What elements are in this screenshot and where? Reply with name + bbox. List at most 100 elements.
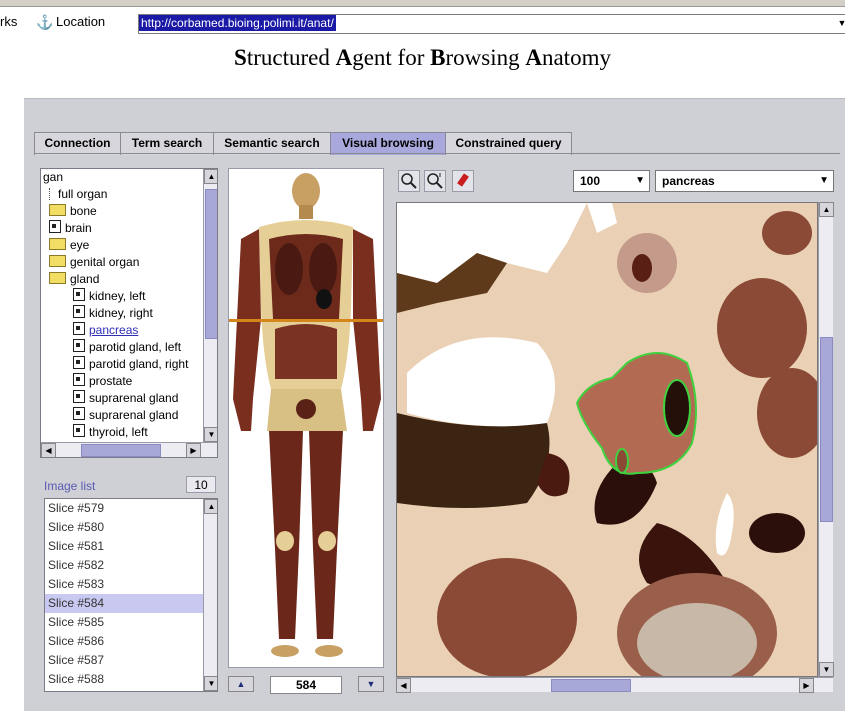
scroll-right-arrow-icon[interactable]: ▶: [186, 443, 201, 457]
tab-term-search[interactable]: Term search: [120, 132, 214, 155]
body-figure-image[interactable]: [229, 169, 384, 668]
tree-vertical-scrollbar[interactable]: ▲ ▼: [203, 169, 217, 442]
bookmarks-label[interactable]: rks: [0, 14, 17, 29]
scroll-down-arrow-icon[interactable]: ▼: [204, 676, 217, 691]
scroll-thumb[interactable]: [81, 444, 161, 457]
scroll-up-arrow-icon[interactable]: ▲: [819, 202, 834, 217]
tree-branch-line: [49, 188, 54, 200]
viewer-vertical-scrollbar[interactable]: ▲ ▼: [818, 202, 834, 677]
list-item[interactable]: Slice #579: [45, 499, 203, 518]
list-item[interactable]: Slice #583: [45, 575, 203, 594]
slice-down-button[interactable]: ▼: [358, 676, 384, 692]
tree-item-label: kidney, right: [89, 306, 153, 320]
tree-item-label: pancreas: [89, 323, 139, 337]
scroll-up-arrow-icon[interactable]: ▲: [204, 169, 217, 184]
eraser-button[interactable]: [452, 170, 474, 192]
document-icon: [49, 220, 61, 233]
document-icon: [73, 407, 85, 420]
title-text: gent for: [352, 45, 431, 70]
document-icon: [73, 322, 85, 335]
scroll-right-arrow-icon[interactable]: ▶: [799, 678, 814, 693]
list-item[interactable]: Slice #581: [45, 537, 203, 556]
title-capital: A: [525, 45, 542, 70]
zoom-out-icon: [427, 173, 443, 189]
page-title: Structured Agent for Browsing Anatomy: [0, 45, 845, 71]
tree-item-label: prostate: [89, 374, 133, 388]
list-item[interactable]: Slice #586: [45, 632, 203, 651]
anatomical-slice-image[interactable]: [397, 203, 818, 677]
folder-icon: [49, 204, 66, 216]
body-overview-panel[interactable]: [228, 168, 384, 668]
tree-horizontal-scrollbar[interactable]: ◀ ▶: [41, 442, 217, 457]
tree-item[interactable]: kidney, right: [73, 305, 153, 322]
tree-item[interactable]: parotid gland, right: [73, 356, 188, 373]
slice-position-marker[interactable]: [229, 319, 384, 322]
tree-item[interactable]: full organ: [49, 186, 107, 203]
tree-item[interactable]: suprarenal gland: [73, 390, 178, 407]
tree-item[interactable]: brain: [49, 220, 92, 237]
tab-constrained-query[interactable]: Constrained query: [445, 132, 572, 155]
image-list[interactable]: Slice #579 Slice #580 Slice #581 Slice #582…: [44, 498, 218, 692]
tree-item[interactable]: gan: [43, 169, 63, 186]
tree-item[interactable]: prostate: [73, 373, 132, 390]
title-capital: B: [430, 45, 446, 70]
tree-item[interactable]: gland: [49, 271, 99, 288]
tree-item[interactable]: genital organ: [49, 254, 139, 271]
browser-location-bar: rks ⚓ Location http://corbamed.bioing.po…: [0, 0, 845, 36]
image-list-label: Image list: [44, 479, 96, 493]
slice-up-button[interactable]: ▲: [228, 676, 254, 692]
tree-item[interactable]: pancreas: [73, 322, 138, 339]
zoom-level-select[interactable]: 100 ▼: [573, 170, 650, 192]
document-icon: [73, 356, 85, 369]
title-text: tructured: [246, 45, 336, 70]
url-field[interactable]: http://corbamed.bioing.polimi.it/anat/ ▼: [138, 14, 845, 34]
document-icon: [73, 288, 85, 301]
image-count-field[interactable]: 10: [186, 476, 216, 493]
tab-visual-browsing[interactable]: Visual browsing: [330, 132, 446, 155]
tree-item[interactable]: thyroid, left: [73, 424, 148, 441]
tree-item[interactable]: kidney, left: [73, 288, 145, 305]
scroll-left-arrow-icon[interactable]: ◀: [396, 678, 411, 693]
tab-semantic-search[interactable]: Semantic search: [213, 132, 331, 155]
tree-item[interactable]: suprarenal gland: [73, 407, 178, 424]
tree-item[interactable]: eye: [49, 237, 89, 254]
chevron-down-icon: ▼: [819, 175, 829, 186]
scroll-thumb[interactable]: [205, 189, 217, 339]
zoom-level-value: 100: [580, 174, 601, 188]
scroll-left-arrow-icon[interactable]: ◀: [41, 443, 56, 457]
folder-open-icon: [49, 272, 66, 284]
viewer-horizontal-scrollbar[interactable]: ◀ ▶: [396, 677, 833, 693]
tree-item-label: gland: [70, 272, 100, 286]
organ-select[interactable]: pancreas ▼: [655, 170, 834, 192]
scroll-down-arrow-icon[interactable]: ▼: [819, 662, 834, 677]
title-text: natomy: [541, 45, 611, 70]
list-item[interactable]: Slice #584: [45, 594, 203, 613]
list-item[interactable]: Slice #585: [45, 613, 203, 632]
title-capital: A: [335, 45, 353, 70]
list-item[interactable]: Slice #580: [45, 518, 203, 537]
slice-number-field[interactable]: 584: [270, 676, 342, 694]
organ-select-value: pancreas: [662, 174, 715, 188]
zoom-out-button[interactable]: [424, 170, 446, 192]
url-dropdown-icon[interactable]: ▼: [835, 15, 845, 31]
scroll-thumb[interactable]: [551, 679, 631, 692]
list-item[interactable]: Slice #587: [45, 651, 203, 670]
scroll-down-arrow-icon[interactable]: ▼: [204, 427, 217, 442]
tree-item-label: brain: [65, 221, 92, 235]
anatomy-tree[interactable]: gan full organ bone brain eye genital organ gl…: [40, 168, 218, 458]
slice-image-viewer[interactable]: [396, 202, 818, 677]
tree-item-label: parotid gland, right: [89, 357, 189, 371]
tab-connection[interactable]: Connection: [34, 132, 121, 155]
tree-item-label: suprarenal gland: [89, 391, 179, 405]
tree-item-label: eye: [70, 238, 90, 252]
url-text: http://corbamed.bioing.polimi.it/anat/: [139, 15, 336, 31]
zoom-in-button[interactable]: [398, 170, 420, 192]
document-icon: [73, 339, 85, 352]
list-item[interactable]: Slice #588: [45, 670, 203, 689]
list-item[interactable]: Slice #582: [45, 556, 203, 575]
scroll-up-arrow-icon[interactable]: ▲: [204, 499, 217, 514]
list-vertical-scrollbar[interactable]: ▲ ▼: [203, 499, 217, 691]
tree-item[interactable]: parotid gland, left: [73, 339, 181, 356]
scroll-thumb[interactable]: [820, 337, 833, 522]
tree-item[interactable]: bone: [49, 203, 97, 220]
